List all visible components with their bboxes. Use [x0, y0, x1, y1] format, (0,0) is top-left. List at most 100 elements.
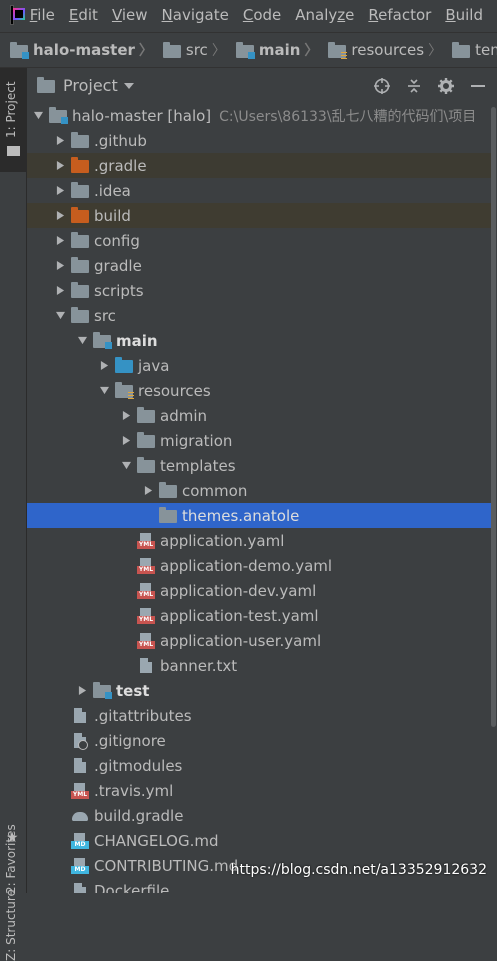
tree-row-label: CHANGELOG.md: [94, 831, 219, 850]
scrollbar-thumb[interactable]: [491, 107, 496, 727]
expand-down-icon[interactable]: [119, 459, 133, 473]
tree-row[interactable]: templates: [27, 453, 491, 478]
tree-row-label: templates: [160, 456, 236, 475]
tree-row[interactable]: build.gradle: [27, 803, 491, 828]
tree-row[interactable]: Dockerfile: [27, 878, 491, 893]
tree-row[interactable]: .gitattributes: [27, 703, 491, 728]
yaml-file-icon: YML: [71, 782, 89, 799]
expand-right-icon[interactable]: [75, 684, 89, 698]
tree-row[interactable]: common: [27, 478, 491, 503]
tree-row[interactable]: src: [27, 303, 491, 328]
expand-right-icon[interactable]: [119, 434, 133, 448]
expand-down-icon[interactable]: [75, 334, 89, 348]
expand-right-icon[interactable]: [141, 484, 155, 498]
tree-row-label: common: [182, 481, 248, 500]
source-root-folder-icon: [93, 332, 112, 349]
tree-row[interactable]: YML application-dev.yaml: [27, 578, 491, 603]
collapse-all-icon[interactable]: [405, 77, 423, 95]
breadcrumb: halo-master〉 src〉 main〉 resources〉 templ…: [0, 32, 497, 68]
panel-title: Project: [63, 76, 118, 95]
tree-root-row[interactable]: halo-master [halo] C:\Users\86133\乱七八糟的代码…: [27, 103, 491, 128]
breadcrumb-item-resources[interactable]: resources 〉: [328, 40, 442, 60]
tree-row[interactable]: admin: [27, 403, 491, 428]
chevron-down-icon[interactable]: [123, 82, 134, 89]
tree-row[interactable]: java: [27, 353, 491, 378]
watermark: https://blog.csdn.net/a13352912632: [230, 862, 487, 878]
folder-icon: [71, 257, 89, 273]
expand-down-icon[interactable]: [31, 109, 45, 123]
chevron-right-icon: 〉: [138, 43, 153, 59]
target-icon[interactable]: [373, 77, 391, 95]
menu-refactor[interactable]: Refactor: [368, 6, 431, 24]
tree-row-label: .gitattributes: [94, 706, 192, 725]
leaf-spacer: [53, 709, 67, 723]
markdown-file-icon: MD: [71, 857, 89, 874]
menu-navigate[interactable]: Navigate: [162, 6, 229, 24]
left-tool-strip: 1: Project 2: Favorites ★ Z: Structure: [0, 68, 27, 961]
expand-down-icon[interactable]: [53, 309, 67, 323]
expand-right-icon[interactable]: [53, 234, 67, 248]
expand-right-icon[interactable]: [53, 134, 67, 148]
tree-row[interactable]: themes.anatole: [27, 503, 491, 528]
expand-right-icon[interactable]: [119, 409, 133, 423]
tree-row[interactable]: .gitignore: [27, 728, 491, 753]
project-tree[interactable]: halo-master [halo] C:\Users\86133\乱七八糟的代码…: [27, 103, 491, 893]
minimize-icon[interactable]: [469, 77, 487, 95]
tree-row[interactable]: migration: [27, 428, 491, 453]
expand-right-icon[interactable]: [53, 284, 67, 298]
tree-row[interactable]: .gitmodules: [27, 753, 491, 778]
expand-right-icon[interactable]: [53, 159, 67, 173]
tree-row-label: .gitmodules: [94, 756, 183, 775]
expand-right-icon[interactable]: [53, 259, 67, 273]
breadcrumb-item-main[interactable]: main 〉: [235, 40, 318, 60]
tree-scrollbar[interactable]: [491, 103, 497, 893]
tree-row-label: banner.txt: [160, 656, 238, 675]
breadcrumb-item-src[interactable]: src 〉: [162, 40, 226, 60]
tree-row[interactable]: banner.txt: [27, 653, 491, 678]
menu-code[interactable]: Code: [243, 6, 281, 24]
tree-row[interactable]: test: [27, 678, 491, 703]
expand-right-icon[interactable]: [53, 209, 67, 223]
folder-icon: [71, 232, 89, 248]
tree-row-label: .idea: [94, 181, 131, 200]
tree-row[interactable]: YML application-demo.yaml: [27, 553, 491, 578]
gear-icon[interactable]: [437, 77, 455, 95]
tree-row[interactable]: scripts: [27, 278, 491, 303]
tree-row[interactable]: config: [27, 228, 491, 253]
tree-row[interactable]: gradle: [27, 253, 491, 278]
leaf-spacer: [119, 634, 133, 648]
leaf-spacer: [53, 884, 67, 894]
menu-edit[interactable]: Edit: [69, 6, 98, 24]
menu-view[interactable]: View: [112, 6, 148, 24]
tree-row[interactable]: YML application-user.yaml: [27, 628, 491, 653]
tree-row[interactable]: YML application-test.yaml: [27, 603, 491, 628]
expand-right-icon[interactable]: [53, 184, 67, 198]
folder-icon: [137, 457, 155, 473]
expand-down-icon[interactable]: [97, 384, 111, 398]
tree-row[interactable]: YML .travis.yml: [27, 778, 491, 803]
tree-row[interactable]: build: [27, 203, 491, 228]
project-tool-tab[interactable]: 1: Project: [0, 68, 26, 172]
tree-row[interactable]: resources: [27, 378, 491, 403]
menu-build[interactable]: Build: [445, 6, 483, 24]
module-folder-icon: [10, 41, 29, 59]
breadcrumb-item-templates[interactable]: templates: [452, 41, 497, 59]
tree-row[interactable]: MD CHANGELOG.md: [27, 828, 491, 853]
menu-analyze[interactable]: Analyze: [295, 6, 354, 24]
tree-row[interactable]: .github: [27, 128, 491, 153]
tree-row[interactable]: YML application.yaml: [27, 528, 491, 553]
tree-row-label: admin: [160, 406, 207, 425]
expand-right-icon[interactable]: [97, 359, 111, 373]
tree-row[interactable]: .gradle: [27, 153, 491, 178]
excluded-folder-icon: [71, 207, 89, 223]
folder-icon: [137, 407, 155, 423]
root-label: halo-master [halo]: [72, 106, 212, 125]
structure-tool-tab[interactable]: Z: Structure: [4, 889, 18, 961]
root-path: C:\Users\86133\乱七八糟的代码们\项目: [219, 108, 477, 125]
tree-row[interactable]: main: [27, 328, 491, 353]
chevron-right-icon: 〉: [211, 43, 226, 59]
tree-row[interactable]: .idea: [27, 178, 491, 203]
breadcrumb-item-project[interactable]: halo-master 〉: [10, 40, 153, 60]
menu-file[interactable]: File: [30, 6, 55, 24]
tree-row-label: .gitignore: [94, 731, 166, 750]
